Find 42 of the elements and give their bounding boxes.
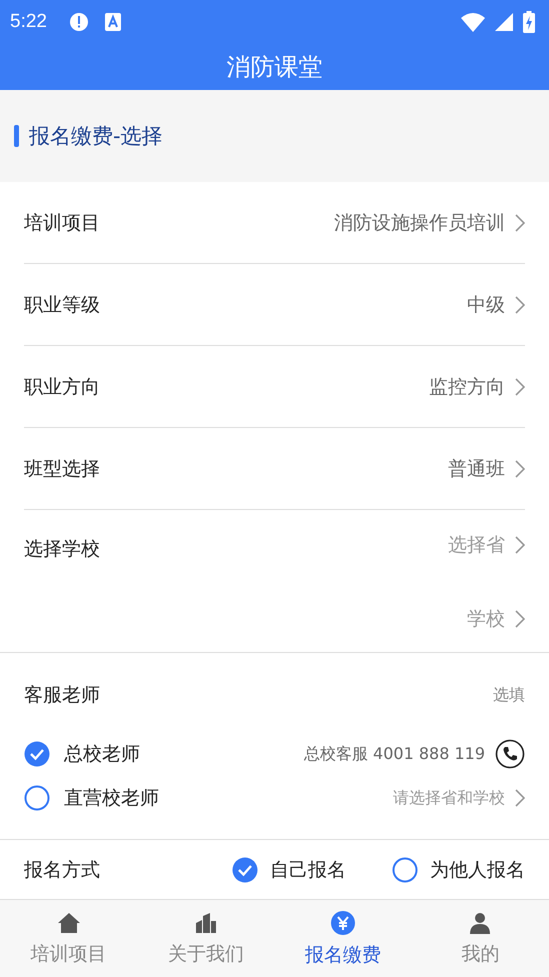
person-icon xyxy=(468,910,492,934)
signal-icon xyxy=(495,13,513,31)
chevron-right-icon xyxy=(515,378,525,396)
clock-time: 5:22 xyxy=(10,11,47,33)
chevron-right-icon xyxy=(515,460,525,478)
chevron-right-icon xyxy=(515,536,525,554)
chevron-right-icon xyxy=(515,610,525,628)
radio-option[interactable]: 自己报名 xyxy=(232,856,346,882)
alert-icon xyxy=(68,12,89,32)
chevron-right-icon xyxy=(515,296,525,314)
field-label: 职业等级 xyxy=(24,292,100,318)
home-icon xyxy=(56,910,81,934)
battery-charging-icon xyxy=(523,11,535,33)
phone-icon[interactable] xyxy=(495,739,525,769)
accent-bar xyxy=(14,125,19,147)
field-label: 报名方式 xyxy=(24,858,100,882)
field-label: 职业方向 xyxy=(24,374,100,400)
tab[interactable]: 培训项目 xyxy=(0,900,138,977)
building-icon xyxy=(194,910,218,934)
wifi-icon xyxy=(461,12,485,32)
page-title: 消防课堂 xyxy=(226,52,322,83)
optional-hint: 选填 xyxy=(493,684,525,706)
field-label: 客服老师 xyxy=(24,683,100,708)
picker-field[interactable]: 消防设施操作员培训 xyxy=(334,210,525,236)
picker-field[interactable]: 中级 xyxy=(467,292,525,318)
radio-option[interactable]: 直营校老师 xyxy=(24,785,159,811)
section-title: 报名缴费-选择 xyxy=(29,123,163,150)
app-notification-icon xyxy=(104,13,121,31)
tab[interactable]: 报名缴费 xyxy=(274,900,412,977)
chevron-right-icon xyxy=(515,789,525,807)
field-label: 班型选择 xyxy=(24,456,100,482)
picker-field[interactable]: 普通班 xyxy=(448,456,525,482)
hotline-text: 总校客服 4001 888 119 xyxy=(304,744,485,764)
tab[interactable]: 我的 xyxy=(412,900,549,977)
chevron-right-icon xyxy=(515,214,525,232)
yen-coin-icon xyxy=(330,910,356,936)
picker-field[interactable]: 监控方向 xyxy=(429,374,525,400)
radio-option[interactable]: 为他人报名 xyxy=(392,856,525,882)
field-label: 选择学校 xyxy=(24,537,100,562)
tab[interactable]: 关于我们 xyxy=(137,900,274,977)
field-label: 培训项目 xyxy=(24,210,100,236)
radio-option[interactable]: 总校老师 xyxy=(24,741,140,767)
